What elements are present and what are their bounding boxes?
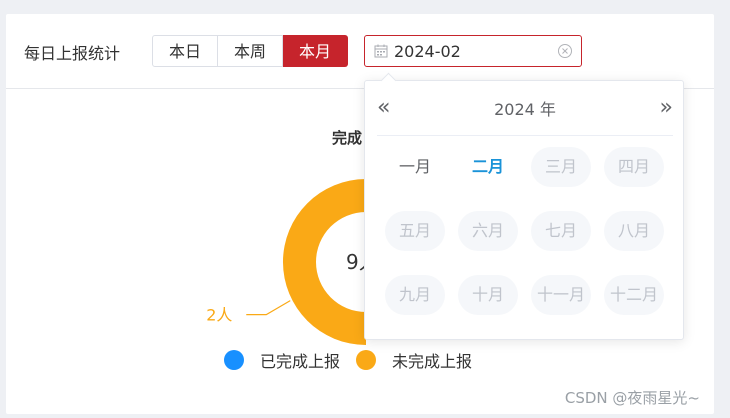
double-left-chevron-icon[interactable]: « xyxy=(377,93,390,123)
chart-legend: 已完成上报 未完成上报 xyxy=(224,348,488,372)
month-cell: 十二月 xyxy=(604,275,664,315)
month-cell: 九月 xyxy=(385,275,445,315)
callout-label: 2人 xyxy=(206,306,232,325)
double-right-chevron-icon[interactable]: » xyxy=(660,93,673,123)
legend-dot-incomplete xyxy=(356,350,377,370)
month-picker-dropdown: « 2024 年 » 一月 二月 三月 四月五月 六月 七月 八月九月 十月 十一月 十二月 xyxy=(364,72,684,340)
month-grid: 一月 二月 三月 四月五月 六月 七月 八月九月 十月 十一月 十二月 xyxy=(385,147,665,315)
month-cell: 五月 xyxy=(385,211,445,251)
month-cell: 八月 xyxy=(604,211,664,251)
legend-dot-complete xyxy=(224,350,244,370)
year-label[interactable]: 2024 年 xyxy=(494,96,556,120)
month-cell[interactable]: 二月 xyxy=(458,147,518,187)
month-cell[interactable]: 一月 xyxy=(385,147,445,187)
month-cell: 六月 xyxy=(458,211,518,251)
month-picker-header: « 2024 年 » xyxy=(377,81,673,136)
month-cell: 四月 xyxy=(604,147,664,187)
legend-label-complete: 已完成上报 xyxy=(260,352,341,371)
legend-label-incomplete: 未完成上报 xyxy=(392,352,473,371)
month-cell: 十月 xyxy=(458,275,518,315)
month-cell: 十一月 xyxy=(531,275,591,315)
month-cell: 三月 xyxy=(531,147,591,187)
month-cell: 七月 xyxy=(531,211,591,251)
legend-item-incomplete[interactable]: 未完成上报 xyxy=(356,348,472,372)
callout-leader-line xyxy=(246,300,291,316)
legend-item-complete[interactable]: 已完成上报 xyxy=(224,348,340,372)
watermark: CSDN @夜雨星光~ xyxy=(564,389,700,407)
